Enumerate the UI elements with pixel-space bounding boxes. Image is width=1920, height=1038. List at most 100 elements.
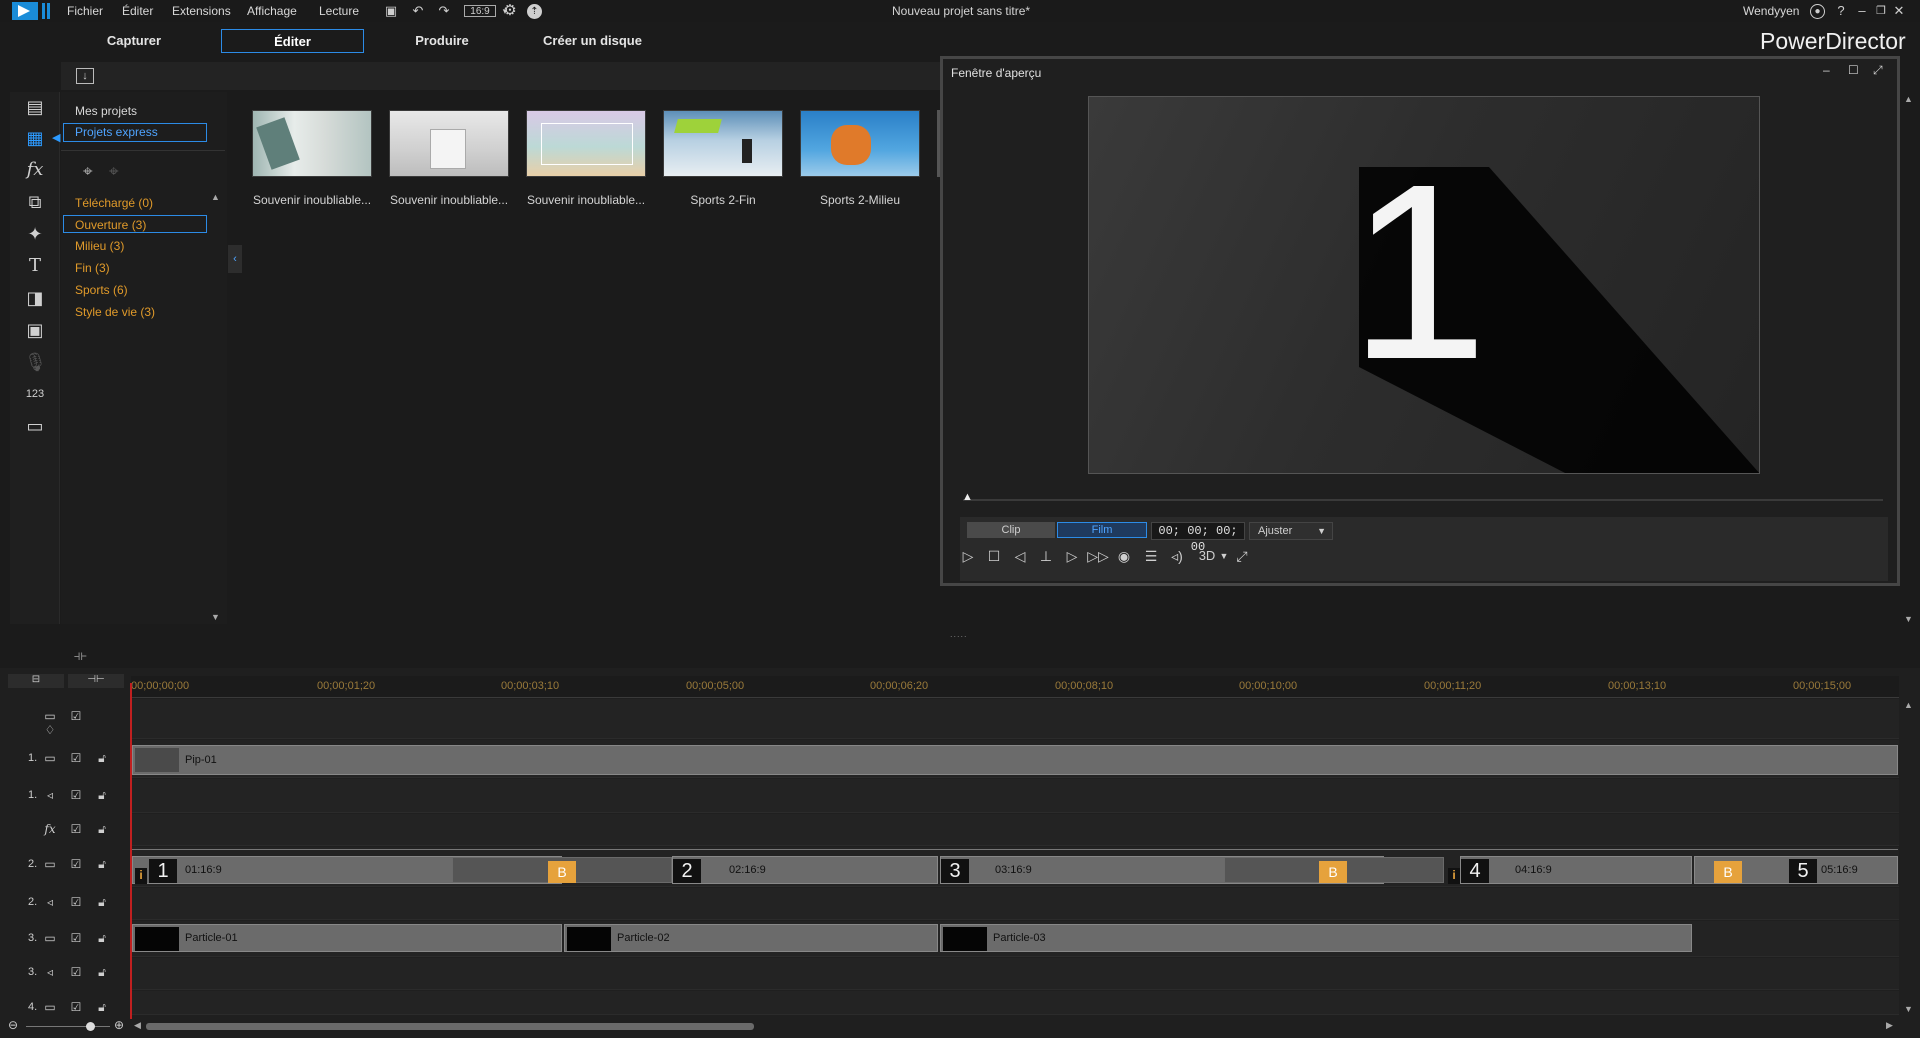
fx-room-icon[interactable]: fx bbox=[24, 159, 46, 181]
clip-template-4[interactable]: 4 04:16:9 bbox=[1460, 856, 1692, 884]
clip-particle-03[interactable]: Particle-03 bbox=[940, 924, 1692, 952]
tab-editer[interactable]: Éditer bbox=[221, 29, 364, 53]
help-icon[interactable]: ? bbox=[1833, 3, 1849, 19]
template-thumb-5[interactable] bbox=[800, 110, 920, 177]
zoom-slider[interactable]: ⊖ ⊕ bbox=[8, 1018, 126, 1034]
checkbox-icon[interactable]: ☑ bbox=[68, 999, 84, 1015]
subtitle-icon[interactable]: ☰ bbox=[1140, 545, 1162, 567]
lock-icon[interactable]: 🔓︎ bbox=[94, 750, 110, 766]
tab-creer-disque[interactable]: Créer un disque bbox=[520, 29, 665, 53]
fit-timeline-icon[interactable]: ⊣⊢ bbox=[68, 674, 124, 688]
lock-icon[interactable]: 🔓︎ bbox=[94, 999, 110, 1015]
b-badge[interactable]: B bbox=[1714, 861, 1742, 883]
templates-room-icon[interactable]: ▦ bbox=[24, 127, 46, 149]
menu-affichage[interactable]: Affichage bbox=[247, 4, 297, 18]
particle-room-icon[interactable]: ✦ bbox=[24, 223, 46, 245]
category-milieu[interactable]: Milieu (3) bbox=[75, 237, 124, 255]
clip-particle-01[interactable]: Particle-01 bbox=[132, 924, 562, 952]
checkbox-icon[interactable]: ☑ bbox=[68, 964, 84, 980]
timeline-scrollbar-thumb[interactable] bbox=[146, 1023, 754, 1030]
next-frame-icon[interactable]: ▷ bbox=[1061, 545, 1083, 567]
add-tag-icon[interactable]: ⌖ bbox=[83, 162, 93, 182]
zoom-in-icon[interactable]: ⊕ bbox=[114, 1018, 124, 1032]
audio-mix-icon[interactable]: ▣ bbox=[24, 319, 46, 341]
undo-icon[interactable]: ↶ bbox=[410, 3, 426, 19]
stop-icon[interactable]: ☐ bbox=[983, 545, 1005, 567]
nav-mes-projets[interactable]: Mes projets bbox=[75, 104, 137, 118]
user-name[interactable]: Wendyyen bbox=[1743, 4, 1799, 18]
scroll-down-icon[interactable]: ▼ bbox=[1904, 1004, 1913, 1014]
checkbox-icon[interactable]: ☑ bbox=[68, 856, 84, 872]
snapshot-icon[interactable]: ◉ bbox=[1113, 545, 1135, 567]
lock-icon[interactable]: 🔓︎ bbox=[94, 821, 110, 837]
splitter-handle[interactable]: ..... bbox=[950, 629, 968, 639]
template-thumb-4[interactable] bbox=[663, 110, 783, 177]
category-style-de-vie[interactable]: Style de vie (3) bbox=[75, 303, 155, 321]
menu-lecture[interactable]: Lecture bbox=[319, 4, 359, 18]
nav-projets-express[interactable]: Projets express bbox=[63, 123, 207, 142]
b-badge[interactable]: B bbox=[1319, 861, 1347, 883]
dock-icon[interactable]: ⤢ bbox=[1873, 63, 1883, 78]
tab-capturer[interactable]: Capturer bbox=[60, 29, 208, 53]
clip-template-2[interactable]: 2 02:16:9 bbox=[672, 856, 938, 884]
gear-icon[interactable]: ⚙ bbox=[502, 3, 518, 19]
close-icon[interactable]: ✕ bbox=[1891, 3, 1907, 19]
info-badge[interactable]: i bbox=[1448, 868, 1460, 884]
template-thumb-1[interactable] bbox=[252, 110, 372, 177]
preview-scrubber[interactable] bbox=[963, 499, 1883, 501]
maximize-icon[interactable]: ☐ bbox=[1848, 63, 1859, 77]
scrubber-handle[interactable]: ▲ bbox=[962, 491, 973, 503]
menu-fichier[interactable]: Fichier bbox=[67, 4, 103, 18]
zoom-out-icon[interactable]: ⊖ bbox=[8, 1018, 18, 1032]
user-avatar-icon[interactable]: ● bbox=[1810, 4, 1825, 19]
restore-icon[interactable]: ❐ bbox=[1873, 3, 1889, 19]
mark-icon[interactable]: ⊥ bbox=[1035, 545, 1057, 567]
redo-icon[interactable]: ↷ bbox=[436, 3, 452, 19]
b-badge[interactable]: B bbox=[548, 861, 576, 883]
previous-frame-icon[interactable]: ◁ bbox=[1009, 545, 1031, 567]
split-icon[interactable]: ⟛ bbox=[74, 647, 87, 664]
checkbox-icon[interactable]: ☑ bbox=[68, 787, 84, 803]
info-badge[interactable]: i bbox=[135, 868, 147, 884]
lock-icon[interactable]: 🔓︎ bbox=[94, 894, 110, 910]
scroll-up-icon[interactable]: ▲ bbox=[1904, 700, 1913, 710]
lock-icon[interactable]: 🔓︎ bbox=[94, 930, 110, 946]
menu-extensions[interactable]: Extensions bbox=[172, 4, 231, 18]
checkbox-icon[interactable]: ☑ bbox=[68, 821, 84, 837]
checkbox-icon[interactable]: ☑ bbox=[68, 930, 84, 946]
category-ouverture[interactable]: Ouverture (3) bbox=[63, 215, 207, 233]
tab-produire[interactable]: Produire bbox=[368, 29, 516, 53]
checkbox-icon[interactable]: ☑ bbox=[68, 750, 84, 766]
marker-icon[interactable]: ♢ bbox=[42, 722, 58, 738]
scroll-down-icon[interactable]: ▼ bbox=[1904, 614, 1913, 624]
media-room-icon[interactable]: ▤ bbox=[24, 96, 46, 118]
aspect-ratio-selector[interactable]: 16:9 bbox=[464, 5, 496, 17]
import-icon[interactable]: ↓ bbox=[76, 68, 94, 84]
scroll-up-icon[interactable]: ▲ bbox=[1904, 94, 1913, 104]
collapse-panel-button[interactable]: ‹ bbox=[228, 245, 242, 273]
scroll-left-icon[interactable]: ◀ bbox=[134, 1020, 141, 1031]
checkbox-icon[interactable]: ☑ bbox=[68, 708, 84, 724]
volume-icon[interactable]: ◃) bbox=[1166, 545, 1188, 567]
mode-clip-button[interactable]: Clip bbox=[967, 522, 1055, 538]
minimize-icon[interactable]: – bbox=[1854, 3, 1870, 19]
fullscreen-icon[interactable]: ⤢ bbox=[1231, 545, 1253, 567]
clip-pip-01[interactable]: Pip-01 bbox=[132, 745, 1898, 775]
lock-icon[interactable]: 🔓︎ bbox=[94, 964, 110, 980]
category-fin[interactable]: Fin (3) bbox=[75, 259, 110, 277]
lock-icon[interactable]: 🔓︎ bbox=[94, 856, 110, 872]
play-icon[interactable]: ▷ bbox=[957, 545, 979, 567]
lock-icon[interactable]: 🔓︎ bbox=[94, 787, 110, 803]
category-telecharge[interactable]: Téléchargé (0) bbox=[75, 194, 153, 212]
mode-film-button[interactable]: Film bbox=[1057, 522, 1147, 538]
fit-dropdown[interactable]: Ajuster ▼ bbox=[1249, 522, 1333, 540]
minimize-icon[interactable]: – bbox=[1823, 63, 1830, 77]
scroll-down-icon[interactable]: ▼ bbox=[211, 612, 220, 622]
pip-room-icon[interactable]: ⧉ bbox=[24, 191, 46, 213]
upgrade-icon[interactable]: ⇡ bbox=[527, 4, 542, 19]
fast-forward-icon[interactable]: ▷▷ bbox=[1087, 545, 1109, 567]
template-thumb-3[interactable] bbox=[526, 110, 646, 177]
zoom-handle[interactable] bbox=[86, 1022, 95, 1031]
transition-room-icon[interactable]: ◨ bbox=[24, 287, 46, 309]
save-icon[interactable]: ▣ bbox=[383, 3, 399, 19]
